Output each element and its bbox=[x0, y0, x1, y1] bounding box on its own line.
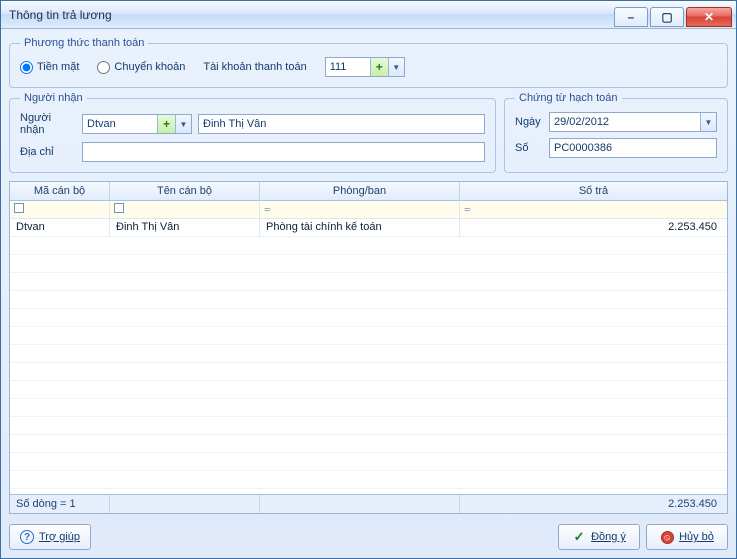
payment-account-dropdown-button[interactable]: ▼ bbox=[388, 58, 404, 76]
equals-icon[interactable]: = bbox=[264, 203, 271, 216]
voucher-date-input[interactable] bbox=[550, 113, 700, 131]
window-title: Thông tin trả lương bbox=[9, 8, 112, 22]
recipient-name-input[interactable] bbox=[198, 114, 485, 134]
recipient-group: Người nhận Người nhận + ▼ Địa chỉ bbox=[9, 92, 496, 173]
close-icon: ✕ bbox=[704, 11, 714, 23]
voucher-group: Chứng từ hạch toán Ngày ▼ Số bbox=[504, 92, 728, 173]
voucher-number-label: Số bbox=[515, 142, 543, 154]
col-header-name[interactable]: Tên cán bộ bbox=[110, 182, 260, 201]
cell-name[interactable]: Đinh Thị Vân bbox=[110, 219, 260, 237]
recipient-legend: Người nhận bbox=[20, 92, 87, 104]
grid-footer: Số dòng = 1 2.253.450 bbox=[10, 494, 727, 513]
table-row[interactable]: Dtvan Đinh Thị Vân Phòng tài chính kế to… bbox=[10, 219, 727, 237]
grid-body[interactable]: Dtvan Đinh Thị Vân Phòng tài chính kế to… bbox=[10, 219, 727, 494]
filter-icon[interactable] bbox=[14, 203, 24, 213]
payment-account-combo[interactable]: + ▼ bbox=[325, 57, 405, 77]
transfer-radio-input[interactable] bbox=[97, 61, 110, 74]
voucher-number-input[interactable] bbox=[549, 138, 717, 158]
window-controls: – ▢ ✕ bbox=[614, 3, 736, 27]
data-grid[interactable]: Mã cán bộ Tên cán bộ Phòng/ban Số trả = … bbox=[9, 181, 728, 514]
recipient-dropdown-button[interactable]: ▼ bbox=[175, 115, 191, 133]
footer-rowcount: Số dòng = 1 bbox=[10, 495, 110, 513]
window: Thông tin trả lương – ▢ ✕ Phương thức th… bbox=[0, 0, 737, 559]
payment-method-legend: Phương thức thanh toán bbox=[20, 37, 148, 49]
maximize-icon: ▢ bbox=[661, 11, 672, 23]
client-area: Phương thức thanh toán Tiền mặt Chuyển k… bbox=[1, 29, 736, 558]
footer-total: 2.253.450 bbox=[460, 495, 727, 513]
voucher-legend: Chứng từ hạch toán bbox=[515, 92, 622, 104]
cancel-button[interactable]: ⦸ Hủy bỏ bbox=[646, 524, 728, 550]
minimize-button[interactable]: – bbox=[614, 7, 648, 27]
voucher-date-dropdown-button[interactable]: ▼ bbox=[700, 113, 716, 131]
maximize-button[interactable]: ▢ bbox=[650, 7, 684, 27]
bottom-bar: ? Trợ giúp ✓ Đồng ý ⦸ Hủy bỏ bbox=[9, 524, 728, 550]
payment-account-label: Tài khoản thanh toán bbox=[203, 61, 306, 73]
address-label: Địa chỉ bbox=[20, 146, 76, 158]
cancel-icon: ⦸ bbox=[660, 530, 674, 544]
recipient-code-combo[interactable]: + ▼ bbox=[82, 114, 192, 134]
titlebar: Thông tin trả lương – ▢ ✕ bbox=[1, 1, 736, 29]
close-button[interactable]: ✕ bbox=[686, 7, 732, 27]
cell-code[interactable]: Dtvan bbox=[10, 219, 110, 237]
filter-icon[interactable] bbox=[114, 203, 124, 213]
help-button-label: Trợ giúp bbox=[39, 531, 80, 543]
cash-radio-input[interactable] bbox=[20, 61, 33, 74]
transfer-radio[interactable]: Chuyển khoản bbox=[97, 61, 185, 74]
voucher-date-label: Ngày bbox=[515, 116, 543, 128]
voucher-date-field[interactable]: ▼ bbox=[549, 112, 717, 132]
cell-amount[interactable]: 2.253.450 bbox=[460, 219, 727, 237]
transfer-radio-label: Chuyển khoản bbox=[114, 61, 185, 73]
help-icon: ? bbox=[20, 530, 34, 544]
recipient-add-button[interactable]: + bbox=[157, 115, 175, 133]
grid-filter-row[interactable]: = = bbox=[10, 201, 727, 219]
ok-button[interactable]: ✓ Đồng ý bbox=[558, 524, 640, 550]
help-button[interactable]: ? Trợ giúp bbox=[9, 524, 91, 550]
col-header-code[interactable]: Mã cán bộ bbox=[10, 182, 110, 201]
plus-icon: + bbox=[376, 60, 383, 74]
chevron-down-icon: ▼ bbox=[180, 120, 188, 129]
chevron-down-icon: ▼ bbox=[705, 118, 713, 127]
col-header-amount[interactable]: Số trả bbox=[460, 182, 727, 201]
chevron-down-icon: ▼ bbox=[392, 63, 400, 72]
cancel-button-label: Hủy bỏ bbox=[679, 531, 714, 543]
check-icon: ✓ bbox=[572, 530, 586, 544]
recipient-name-label: Người nhận bbox=[20, 112, 76, 136]
equals-icon[interactable]: = bbox=[464, 203, 471, 216]
recipient-code-input[interactable] bbox=[83, 115, 157, 133]
col-header-dept[interactable]: Phòng/ban bbox=[260, 182, 460, 201]
payment-method-group: Phương thức thanh toán Tiền mặt Chuyển k… bbox=[9, 37, 728, 88]
ok-button-label: Đồng ý bbox=[591, 531, 626, 543]
cash-radio-label: Tiền mặt bbox=[37, 61, 79, 73]
minimize-icon: – bbox=[628, 11, 635, 23]
grid-header: Mã cán bộ Tên cán bộ Phòng/ban Số trả bbox=[10, 182, 727, 201]
payment-account-add-button[interactable]: + bbox=[370, 58, 388, 76]
address-input[interactable] bbox=[82, 142, 485, 162]
payment-account-input[interactable] bbox=[326, 58, 370, 76]
cash-radio[interactable]: Tiền mặt bbox=[20, 61, 79, 74]
cell-dept[interactable]: Phòng tài chính kế toán bbox=[260, 219, 460, 237]
plus-icon: + bbox=[163, 117, 170, 131]
